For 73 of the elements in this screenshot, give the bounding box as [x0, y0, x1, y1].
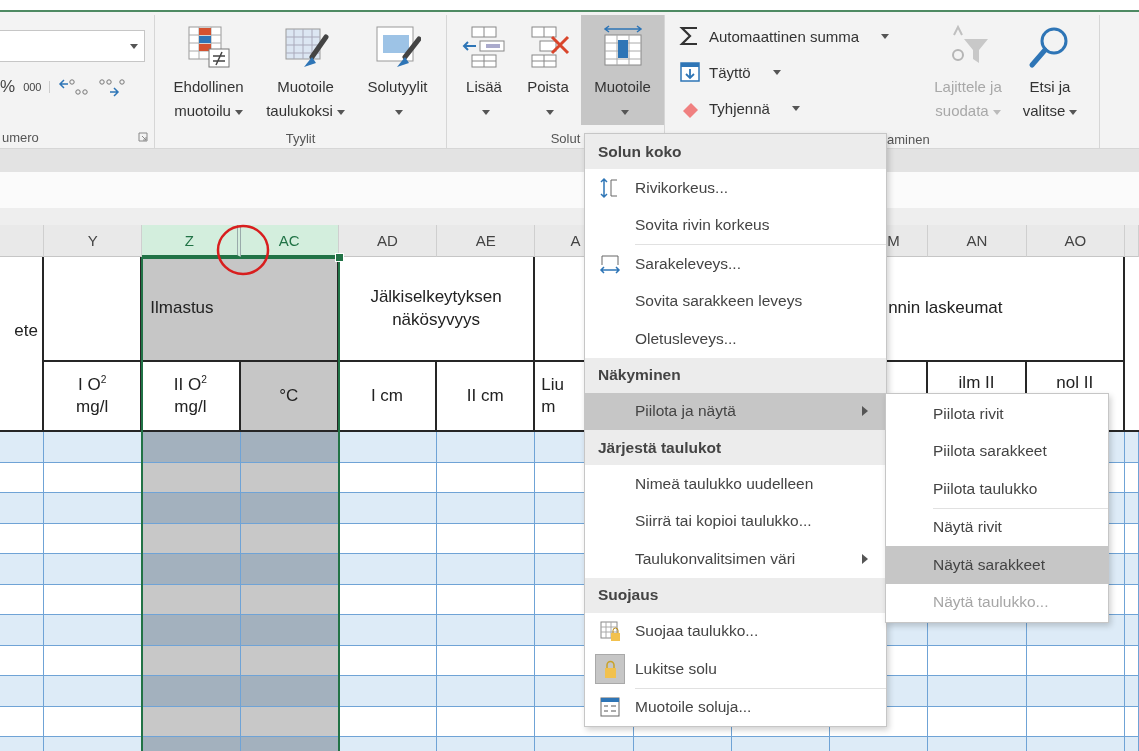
menu-section-header: Suojaus	[585, 577, 886, 613]
column-width-icon	[599, 252, 621, 275]
percent-style-button[interactable]: %	[0, 77, 16, 97]
fill-handle[interactable]	[334, 253, 344, 262]
table-cell: II O$^{2}$ mg/l	[142, 362, 241, 432]
table-cell: °C	[240, 362, 339, 432]
annotation-circle	[216, 224, 270, 276]
table-cell: I cm	[338, 362, 438, 432]
menu-item[interactable]: Näytä sarakkeet	[886, 546, 1108, 584]
group-label: umero	[2, 129, 39, 145]
autosum-button[interactable]: Automaattinen summa	[675, 18, 930, 54]
conditional-formatting-button[interactable]: Ehdollinen muotoilu	[169, 15, 248, 125]
fill-button[interactable]: Täyttö	[675, 54, 930, 90]
comma-style-button[interactable]: 000	[23, 81, 51, 93]
table-cell: I O$^{2}$ mg/l	[44, 362, 143, 432]
table-cell: ete	[0, 257, 44, 432]
menu-item[interactable]: Taulukonvalitsimen väri	[585, 540, 886, 578]
table-cell	[0, 645, 44, 676]
table-cell	[0, 706, 44, 737]
sheet-lock-icon	[599, 620, 621, 643]
table-cell	[0, 676, 44, 707]
menu-item[interactable]: Piilota taulukko	[886, 470, 1108, 508]
column-header[interactable]: Y	[44, 225, 143, 257]
group-label: aminen	[887, 131, 930, 147]
menu-section-header: Solun koko	[585, 134, 886, 169]
caret-icon	[130, 43, 138, 49]
table-cell: II cm	[437, 362, 536, 432]
fill-down-icon	[679, 61, 701, 83]
group-label: Tyylit	[285, 131, 316, 146]
table-cell	[0, 493, 44, 524]
submenu-arrow-icon	[862, 553, 868, 564]
group-label: Solut	[550, 131, 581, 146]
submenu-arrow-icon	[862, 406, 868, 417]
menu-item[interactable]: Rivikorkeus...	[585, 169, 886, 207]
delete-button[interactable]: Poista	[515, 15, 581, 125]
menu-item[interactable]: Siirrä tai kopioi taulukko...	[585, 502, 886, 540]
cell-brush-icon	[373, 23, 422, 69]
table-cell	[0, 554, 44, 585]
format-cells-icon	[599, 696, 621, 719]
clear-button[interactable]: Tyhjennä	[675, 90, 930, 126]
menu-item[interactable]: Lukitse solu	[585, 650, 886, 688]
menu-item[interactable]: Piilota ja näytä	[585, 392, 886, 430]
menu-item[interactable]: Sovita rivin korkeus	[585, 206, 886, 244]
find-select-button[interactable]: Etsi ja valitse	[1010, 15, 1090, 125]
table-cell	[0, 584, 44, 615]
column-header[interactable]: AO	[1026, 225, 1125, 257]
table-cell: Jälkiselkeytyksen näkösyvyys	[338, 257, 536, 362]
column-header[interactable]: AE	[437, 225, 536, 257]
menu-section-header: Järjestä taulukot	[585, 430, 886, 465]
column-header[interactable]: AD	[338, 225, 438, 257]
format-button[interactable]: Muotoile	[581, 15, 664, 125]
menu-item[interactable]: Muotoile soluja...	[585, 688, 886, 726]
column-header[interactable]: AC	[240, 225, 339, 257]
format-as-table-button[interactable]: Muotoile taulukoksi	[262, 15, 349, 125]
cell-styles-button[interactable]: Solutyylit	[363, 15, 432, 125]
menu-item[interactable]: Nimeä taulukko uudelleen	[585, 465, 886, 503]
table-cell	[0, 615, 44, 646]
insert-button[interactable]: Lisää	[453, 15, 515, 125]
insert-cells-icon	[460, 23, 508, 69]
decrease-decimal-icon[interactable]	[96, 76, 127, 98]
table-cell	[0, 523, 44, 554]
number-format-field[interactable]	[0, 30, 145, 62]
column-header[interactable]: Z	[142, 225, 241, 257]
menu-section-header: Näkyminen	[585, 357, 886, 393]
menu-item[interactable]: Suojaa taulukko...	[585, 612, 886, 650]
dialog-launcher-icon[interactable]	[138, 132, 148, 142]
increase-decimal-icon[interactable]	[58, 76, 89, 98]
table-cell	[0, 462, 44, 493]
table-cell: Ilmastus	[142, 257, 339, 362]
menu-item[interactable]: Näytä rivit	[886, 508, 1108, 546]
table-cell	[0, 432, 44, 463]
menu-item[interactable]: Piilota sarakkeet	[886, 432, 1108, 470]
column-header[interactable]: AN	[928, 225, 1027, 257]
